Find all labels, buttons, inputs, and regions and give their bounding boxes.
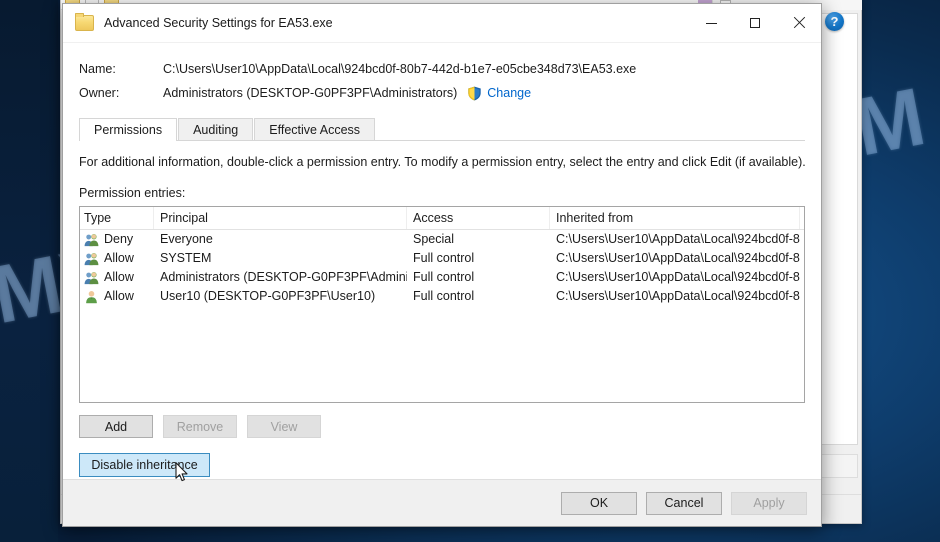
minimize-button[interactable]: [689, 4, 733, 42]
cell-inherited-from: C:\Users\User10\AppData\Local\924bcd0f-8…: [556, 289, 800, 303]
close-icon: [793, 17, 805, 29]
cell-inherited-from: C:\Users\User10\AppData\Local\924bcd0f-8…: [556, 251, 800, 265]
cell-type: Allow: [80, 268, 154, 287]
name-value: C:\Users\User10\AppData\Local\924bcd0f-8…: [163, 62, 637, 76]
name-row: Name: C:\Users\User10\AppData\Local\924b…: [79, 57, 805, 81]
table-row[interactable]: Allow User10 (DESKTOP-G0PF3PF\User10) Fu…: [80, 287, 804, 306]
tab-auditing[interactable]: Auditing: [178, 118, 254, 140]
cell-type: Allow: [80, 249, 154, 268]
cell-principal: Everyone: [160, 232, 213, 246]
owner-row: Owner: Administrators (DESKTOP-G0PF3PF\A…: [79, 81, 805, 105]
view-button: View: [247, 415, 321, 438]
maximize-icon: [750, 18, 760, 28]
cell-type-text: Allow: [104, 270, 134, 284]
cell-type-text: Allow: [104, 251, 134, 265]
window-controls: [689, 4, 821, 42]
owner-value: Administrators (DESKTOP-G0PF3PF\Administ…: [163, 86, 458, 100]
add-button[interactable]: Add: [79, 415, 153, 438]
column-header-access[interactable]: Access: [407, 207, 550, 229]
cell-principal: User10 (DESKTOP-G0PF3PF\User10): [160, 289, 376, 303]
cell-access: Full control: [413, 251, 475, 265]
apply-button: Apply: [731, 491, 807, 515]
object-info: Name: C:\Users\User10\AppData\Local\924b…: [63, 43, 821, 109]
cell-inherited-from: C:\Users\User10\AppData\Local\924bcd0f-8…: [556, 232, 800, 246]
minimize-icon: [705, 22, 717, 24]
column-header-principal[interactable]: Principal: [154, 207, 407, 229]
cell-access: Full control: [413, 289, 475, 303]
user-icon: [86, 290, 97, 303]
tab-effective-access[interactable]: Effective Access: [254, 118, 376, 140]
disable-inheritance-button[interactable]: Disable inheritance: [79, 453, 210, 477]
cancel-button[interactable]: Cancel: [646, 491, 722, 515]
column-header-type[interactable]: Type: [80, 207, 154, 229]
uac-shield-icon: [468, 86, 481, 100]
advanced-security-settings-dialog: Advanced Security Settings for EA53.exe …: [62, 3, 822, 527]
column-header-inherited-from[interactable]: Inherited from: [550, 207, 800, 229]
tabs-container: Permissions Auditing Effective Access: [63, 109, 821, 141]
cell-type-text: Deny: [104, 232, 134, 246]
group-icon: [84, 271, 99, 284]
owner-label: Owner:: [79, 86, 120, 100]
instruction-text: For additional information, double-click…: [79, 155, 806, 169]
table-header-row: Type Principal Access Inherited from: [80, 207, 804, 230]
window-title: Advanced Security Settings for EA53.exe: [104, 16, 333, 30]
cell-access: Special: [413, 232, 454, 246]
dialog-footer: OK Cancel Apply: [63, 479, 821, 526]
cell-inherited-from: C:\Users\User10\AppData\Local\924bcd0f-8…: [556, 270, 800, 284]
permission-entries-label: Permission entries:: [79, 186, 186, 200]
desktop-left-shade: [0, 0, 58, 542]
titlebar: Advanced Security Settings for EA53.exe: [63, 4, 821, 43]
cell-type: Deny: [80, 230, 154, 249]
close-button[interactable]: [777, 4, 821, 42]
ok-button[interactable]: OK: [561, 491, 637, 515]
group-icon: [84, 252, 99, 265]
cell-principal: Administrators (DESKTOP-G0PF3PF\Admini..…: [160, 270, 407, 284]
permission-entries-list[interactable]: Type Principal Access Inherited from Den…: [79, 206, 805, 403]
cell-type: Allow: [80, 287, 154, 306]
entry-action-buttons: Add Remove View: [79, 403, 805, 438]
table-row[interactable]: Deny Everyone Special C:\Users\User10\Ap…: [80, 230, 804, 249]
table-row[interactable]: Allow Administrators (DESKTOP-G0PF3PF\Ad…: [80, 268, 804, 287]
remove-button: Remove: [163, 415, 237, 438]
cell-access: Full control: [413, 270, 475, 284]
maximize-button[interactable]: [733, 4, 777, 42]
table-row[interactable]: Allow SYSTEM Full control C:\Users\User1…: [80, 249, 804, 268]
permissions-panel: For additional information, double-click…: [63, 141, 821, 499]
group-icon: [84, 233, 99, 246]
name-label: Name:: [79, 62, 116, 76]
folder-icon: [75, 13, 94, 31]
cell-principal: SYSTEM: [160, 251, 212, 265]
background-window-button: [818, 454, 858, 478]
tab-permissions[interactable]: Permissions: [79, 118, 178, 141]
cell-type-text: Allow: [104, 289, 134, 303]
help-icon[interactable]: ?: [825, 12, 844, 31]
inheritance-section: Disable inheritance: [79, 438, 805, 477]
change-owner-link[interactable]: Change: [487, 86, 531, 100]
tabstrip: Permissions Auditing Effective Access: [79, 117, 805, 141]
screen: MYANTISPYWARE.COM ? Advanced Security Se…: [0, 0, 940, 542]
